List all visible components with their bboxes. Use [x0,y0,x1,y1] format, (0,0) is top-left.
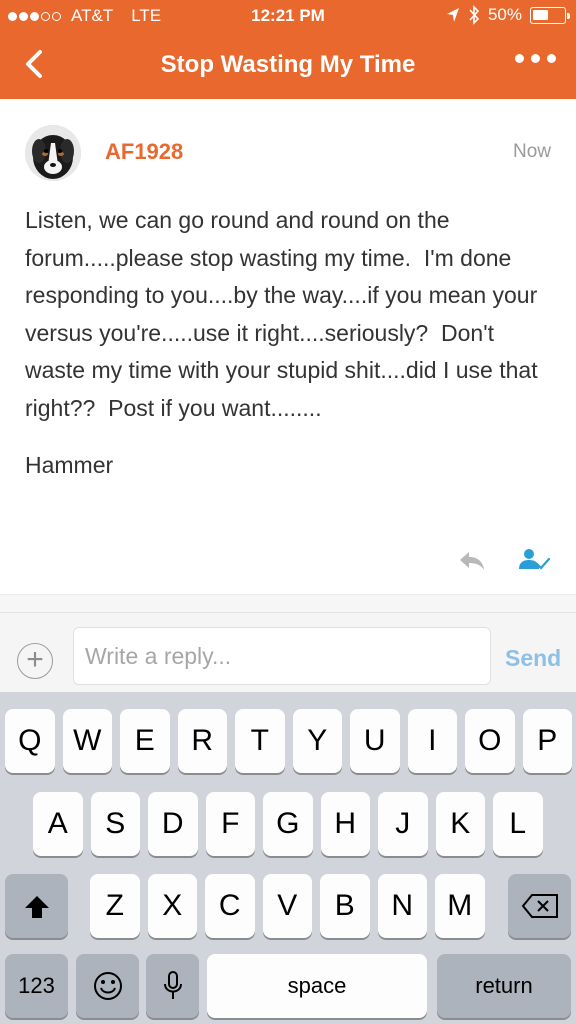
bluetooth-icon [469,5,480,25]
key-t[interactable]: T [235,709,285,773]
key-h[interactable]: H [320,792,370,856]
user-check-icon[interactable] [518,547,550,573]
key-z[interactable]: Z [90,874,140,938]
return-key[interactable]: return [437,954,571,1018]
post-text: Listen, we can go round and round on the… [25,207,544,421]
more-options-button[interactable] [515,54,556,63]
battery-icon [530,6,570,24]
key-e[interactable]: E [120,709,170,773]
delete-key[interactable] [508,874,571,938]
key-n[interactable]: N [377,874,427,938]
key-a[interactable]: A [33,792,83,856]
key-j[interactable]: J [378,792,428,856]
reply-bar: + Send [0,612,576,692]
more-dots-icon [515,54,524,63]
page-title: Stop Wasting My Time [160,51,416,78]
nav-bar: Stop Wasting My Time [0,32,576,99]
key-o[interactable]: O [465,709,515,773]
emoji-key[interactable] [76,954,139,1018]
post-body: Listen, we can go round and round on the… [25,202,555,485]
key-b[interactable]: B [320,874,370,938]
key-v[interactable]: V [262,874,312,938]
app-header: AT&T LTE 12:21 PM 50% Stop Wasting My Ti… [0,0,576,99]
key-m[interactable]: M [435,874,485,938]
keyboard: 123 space return QWERTYUIOP ASDFGHJKL ZXCV… [0,692,576,1024]
post-timestamp: Now [512,141,551,162]
send-button[interactable]: Send [505,645,561,672]
key-c[interactable]: C [205,874,255,938]
dictation-key[interactable] [146,954,199,1018]
shift-arrow-icon [24,896,49,918]
key-u[interactable]: U [350,709,400,773]
key-s[interactable]: S [90,792,140,856]
dog-avatar-image [25,125,81,181]
key-l[interactable]: L [493,792,543,856]
key-k[interactable]: K [435,792,485,856]
status-bar: AT&T LTE 12:21 PM 50% [0,0,576,32]
key-q[interactable]: Q [5,709,55,773]
battery-percent: 50% [487,5,522,24]
post-author[interactable]: AF1928 [105,139,183,165]
shift-key[interactable] [5,874,68,938]
key-p[interactable]: P [522,709,572,773]
key-f[interactable]: F [205,792,255,856]
microphone-icon [163,971,182,999]
key-w[interactable]: W [62,709,112,773]
location-arrow-icon [446,8,459,22]
key-x[interactable]: X [147,874,197,938]
key-g[interactable]: G [263,792,313,856]
key-r[interactable]: R [177,709,227,773]
divider [0,594,576,612]
status-right: 50% [446,5,570,25]
reply-arrow-icon[interactable] [458,549,486,573]
key-y[interactable]: Y [292,709,342,773]
reply-input[interactable] [73,627,491,685]
key-i[interactable]: I [407,709,457,773]
plus-circle-icon: + [26,643,44,676]
emoji-icon [93,972,122,1000]
space-key[interactable]: space [207,954,427,1018]
post-card: AF1928 Now Listen, we can go round and r… [0,99,576,594]
post-signature: Hammer [25,452,114,478]
numbers-key[interactable]: 123 [5,954,68,1018]
backspace-icon [521,894,558,918]
avatar[interactable] [25,125,81,181]
key-d[interactable]: D [148,792,198,856]
add-attachment-button[interactable]: + [17,643,53,679]
